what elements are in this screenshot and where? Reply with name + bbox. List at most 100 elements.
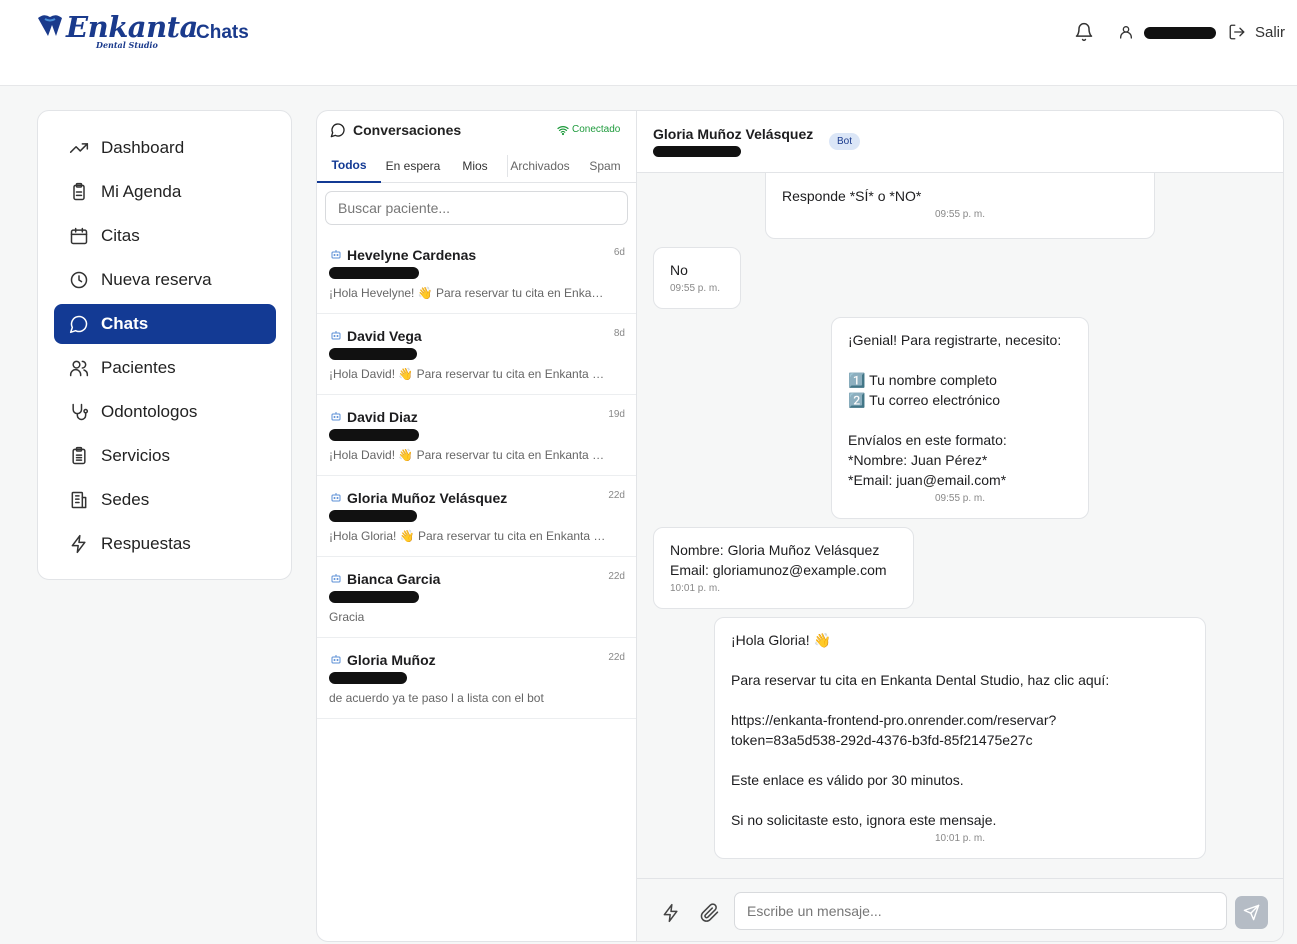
conversation-time: 22d [608,490,625,501]
conversations-title: Conversaciones [353,122,462,138]
message-incoming: No 09:55 p. m. [653,247,741,309]
username-redacted [1144,27,1216,39]
list-item[interactable]: Gloria Muñoz Velásquez 22d ¡Hola Gloria!… [317,476,637,557]
sidebar-item-sedes[interactable]: Sedes [54,480,276,520]
building-icon [68,489,90,511]
page-title: Chats [196,22,249,43]
tab-todos[interactable]: Todos [317,149,381,183]
top-header: Enkanta Dental Studio Chats Salir [0,0,1297,86]
chat-bubble-icon [330,123,345,138]
clock-icon [68,269,90,291]
sidebar-item-pacientes[interactable]: Pacientes [54,348,276,388]
tab-mios[interactable]: Mios [453,149,497,183]
clipboard-icon [68,181,90,203]
sidebar-item-label: Mi Agenda [101,182,182,201]
sidebar-item-servicios[interactable]: Servicios [54,436,276,476]
trending-up-icon [68,137,90,159]
message-time: 10:01 p. m. [934,833,986,844]
message-text: No [670,262,688,278]
sidebar-item-label: Sedes [101,490,150,509]
conversation-tabs: Todos En espera Mios Archivados Spam [317,149,637,183]
phone-redacted [329,348,417,360]
message-thread: Responde *SÍ* o *NO* 09:55 p. m. No 09:55 … [637,173,1283,878]
phone-redacted [329,591,419,603]
enkanta-logo[interactable]: Enkanta Dental Studio [36,8,198,52]
bot-badge: Bot [829,133,861,150]
clipboard-list-icon [68,445,90,467]
wifi-icon [557,126,569,136]
connection-status: Conectado [572,124,621,135]
users-icon [68,357,90,379]
tab-archivados[interactable]: Archivados [507,149,573,183]
logo-subtext: Dental Studio [96,40,158,50]
logout-icon[interactable] [1228,23,1246,41]
quick-replies-icon[interactable] [661,903,681,923]
conversation-name: Bianca Garcia [347,571,441,587]
tab-en-espera[interactable]: En espera [381,149,445,183]
message-incoming: Nombre: Gloria Muñoz Velásquez Email: gl… [653,527,914,609]
sidebar-item-nueva-reserva[interactable]: Nueva reserva [54,260,276,300]
sidebar-item-label: Dashboard [101,138,185,157]
message-outgoing: Responde *SÍ* o *NO* 09:55 p. m. [765,173,1155,239]
sidebar-item-mi-agenda[interactable]: Mi Agenda [54,172,276,212]
tab-spam[interactable]: Spam [581,149,629,183]
message-time: 09:55 p. m. [934,209,986,220]
bot-icon [331,412,341,421]
logout-button[interactable]: Salir [1255,24,1285,41]
list-item[interactable]: Bianca Garcia 22d Gracia [317,557,637,638]
message-input[interactable] [734,892,1227,930]
send-button[interactable] [1235,896,1268,929]
conversation-preview: ¡Hola David! 👋 Para reservar tu cita en … [329,367,607,381]
logo-text: Enkanta [66,10,198,44]
bot-icon [331,493,341,502]
message-text: Responde *SÍ* o *NO* [782,188,922,204]
sidebar: Dashboard Mi Agenda Citas Nueva reserva … [37,110,292,580]
message-time: 09:55 p. m. [670,283,721,294]
message-text: ¡Hola Gloria! 👋 Para reservar tu cita en… [731,632,1110,828]
message-text: ¡Genial! Para registrarte, necesito: 1️⃣… [848,332,1062,488]
user-icon [1120,26,1132,39]
sidebar-item-respuestas[interactable]: Respuestas [54,524,276,564]
conversation-list: Hevelyne Cardenas 6d ¡Hola Hevelyne! 👋 P… [317,233,637,719]
bot-icon [331,574,341,583]
conversation-name: Gloria Muñoz Velásquez [347,490,508,506]
list-item[interactable]: Hevelyne Cardenas 6d ¡Hola Hevelyne! 👋 P… [317,233,637,314]
calendar-icon [68,225,90,247]
sidebar-item-odontologos[interactable]: Odontologos [54,392,276,432]
sidebar-item-label: Chats [101,314,149,333]
list-item[interactable]: David Diaz 19d ¡Hola David! 👋 Para reser… [317,395,637,476]
paperclip-icon[interactable] [700,903,720,923]
sidebar-item-citas[interactable]: Citas [54,216,276,256]
message-composer [637,878,1283,941]
bot-icon [331,331,341,340]
sidebar-item-chats[interactable]: Chats [54,304,276,344]
phone-redacted [653,146,741,157]
sidebar-item-label: Odontologos [101,402,198,421]
conversation-time: 19d [608,409,625,420]
tooth-logo-icon [38,15,62,37]
message-time: 10:01 p. m. [670,583,721,594]
message-text: Nombre: Gloria Muñoz Velásquez Email: gl… [670,542,887,578]
conversations-panel: Conversaciones Conectado Todos En espera… [316,110,637,942]
sidebar-item-label: Servicios [101,446,170,465]
bot-icon [331,655,341,664]
phone-redacted [329,672,407,684]
sidebar-item-dashboard[interactable]: Dashboard [54,128,276,168]
sidebar-item-label: Nueva reserva [101,270,212,289]
list-item[interactable]: David Vega 8d ¡Hola David! 👋 Para reserv… [317,314,637,395]
bell-icon[interactable] [1074,22,1094,42]
list-item[interactable]: Gloria Muñoz 22d de acuerdo ya te paso l… [317,638,637,719]
conversation-preview: Gracia [329,610,365,624]
conversation-name: Hevelyne Cardenas [347,247,477,263]
contact-name: Gloria Muñoz Velásquez [653,126,814,142]
chat-bubble-icon [68,313,90,335]
conversation-time: 22d [608,571,625,582]
chat-panel: Gloria Muñoz Velásquez Bot Responde *SÍ*… [636,110,1284,942]
phone-redacted [329,429,419,441]
conversation-preview: ¡Hola Gloria! 👋 Para reservar tu cita en… [329,529,607,543]
message-outgoing: ¡Hola Gloria! 👋 Para reservar tu cita en… [714,617,1206,859]
search-input[interactable] [325,191,628,225]
conversation-name: David Vega [347,328,422,344]
message-time: 09:55 p. m. [934,493,986,504]
conversation-preview: de acuerdo ya te paso l a lista con el b… [329,691,544,705]
